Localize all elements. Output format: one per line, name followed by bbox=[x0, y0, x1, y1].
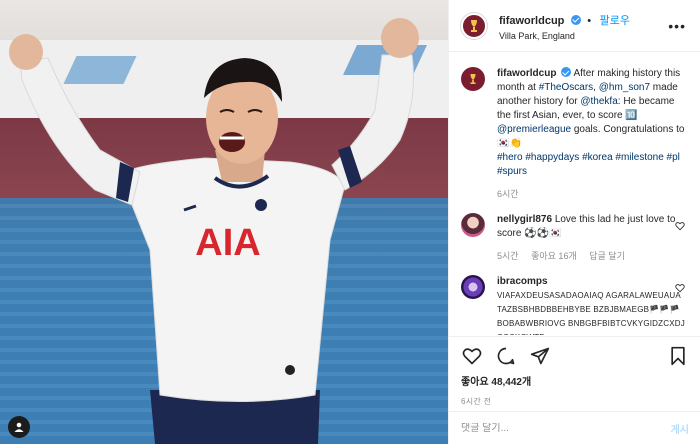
hashtag-link[interactable]: #TheOscars bbox=[539, 82, 593, 93]
comment-row: ibracomps VIAFAXDEUSASADAOAIAQ AGARALAWE… bbox=[461, 275, 689, 335]
post-comment-button[interactable]: 게시 bbox=[671, 421, 689, 436]
mention-link[interactable]: @premierleague bbox=[497, 124, 571, 135]
like-count[interactable]: 좋아요 48,442개 bbox=[449, 367, 700, 388]
comment-input[interactable] bbox=[461, 423, 671, 434]
mention-link[interactable]: @hm_son7 bbox=[599, 82, 650, 93]
trophy-icon bbox=[470, 74, 476, 84]
bookmark-icon bbox=[671, 346, 685, 366]
caption-segment: goals. Congratulations to bbox=[571, 124, 685, 135]
comment-row: nellygirl876 Love this lad he just love … bbox=[461, 213, 689, 263]
comment-like-icon[interactable] bbox=[675, 283, 685, 293]
user-icon bbox=[14, 422, 24, 432]
caption-username[interactable]: fifaworldcup bbox=[497, 68, 556, 79]
heart-icon bbox=[462, 348, 482, 365]
tagged-user-button[interactable] bbox=[8, 416, 30, 438]
right-sleeve bbox=[331, 54, 414, 191]
more-options-icon[interactable]: ••• bbox=[668, 18, 686, 34]
add-comment-bar: 게시 bbox=[449, 411, 700, 444]
instagram-post: AIA fifaworldcup • 팔로우 Villa Park, Engla… bbox=[0, 0, 700, 444]
post-header: fifaworldcup • 팔로우 Villa Park, England •… bbox=[449, 0, 700, 52]
like-button[interactable] bbox=[461, 345, 483, 367]
comment-icon bbox=[497, 347, 515, 365]
hashtag-list[interactable]: #hero #happydays #korea #milestone #pl #… bbox=[497, 151, 685, 179]
post-time[interactable]: 6시간 전 bbox=[449, 388, 700, 407]
caption-row: fifaworldcup After making history this m… bbox=[461, 67, 689, 201]
mention-link[interactable]: @thekfa bbox=[580, 96, 617, 107]
save-button[interactable] bbox=[667, 345, 689, 367]
post-side-panel: fifaworldcup • 팔로우 Villa Park, England •… bbox=[448, 0, 700, 444]
comment-meta: 5시간 좋아요 16개 답글 달기 bbox=[497, 249, 685, 263]
post-actions: 좋아요 48,442개 6시간 전 게시 bbox=[449, 336, 700, 444]
jersey bbox=[119, 157, 346, 402]
flag-emoji: 🇰🇷👏 bbox=[497, 138, 522, 149]
reply-button[interactable]: 답글 달기 bbox=[589, 251, 625, 261]
trophy-icon bbox=[471, 19, 477, 32]
comment-username[interactable]: nellygirl876 bbox=[497, 214, 552, 225]
comments-list[interactable]: fifaworldcup After making history this m… bbox=[449, 53, 700, 335]
club-crest bbox=[255, 199, 267, 211]
comment-like-icon[interactable] bbox=[675, 221, 685, 231]
verified-badge-icon bbox=[570, 14, 581, 25]
caption-avatar[interactable] bbox=[461, 67, 485, 91]
player-figure: AIA bbox=[9, 18, 419, 444]
verified-badge-icon bbox=[561, 67, 572, 77]
kit-badge bbox=[285, 365, 295, 375]
left-fist bbox=[9, 34, 43, 70]
right-fist bbox=[381, 18, 419, 58]
post-location[interactable]: Villa Park, England bbox=[499, 31, 630, 41]
comment-text: VIAFAXDEUSASADAOAIAQ AGARALAWEUAUATAZBSB… bbox=[497, 291, 685, 335]
comment-button[interactable] bbox=[495, 345, 517, 367]
comment-likes[interactable]: 좋아요 16개 bbox=[531, 251, 577, 261]
profile-avatar[interactable] bbox=[461, 12, 487, 39]
mouth bbox=[219, 132, 245, 152]
comment-body: nellygirl876 Love this lad he just love … bbox=[497, 213, 685, 263]
share-icon bbox=[530, 347, 550, 365]
comment-body: ibracomps VIAFAXDEUSASADAOAIAQ AGARALAWE… bbox=[497, 275, 685, 335]
comment-time: 5시간 bbox=[497, 251, 519, 261]
action-bar bbox=[449, 337, 700, 367]
score-emoji: 🔟 bbox=[625, 110, 638, 121]
share-button[interactable] bbox=[529, 345, 551, 367]
commenter-avatar[interactable] bbox=[461, 213, 485, 237]
caption-text: fifaworldcup After making history this m… bbox=[497, 67, 685, 201]
commenter-avatar[interactable] bbox=[461, 275, 485, 299]
post-photo[interactable]: AIA bbox=[0, 0, 448, 444]
follow-button[interactable]: 팔로우 bbox=[600, 15, 630, 27]
caption-time: 6시간 bbox=[497, 189, 519, 199]
separator: • bbox=[587, 14, 592, 27]
header-username[interactable]: fifaworldcup bbox=[499, 15, 564, 27]
comment-username[interactable]: ibracomps bbox=[497, 276, 548, 287]
jersey-sponsor: AIA bbox=[195, 222, 260, 264]
